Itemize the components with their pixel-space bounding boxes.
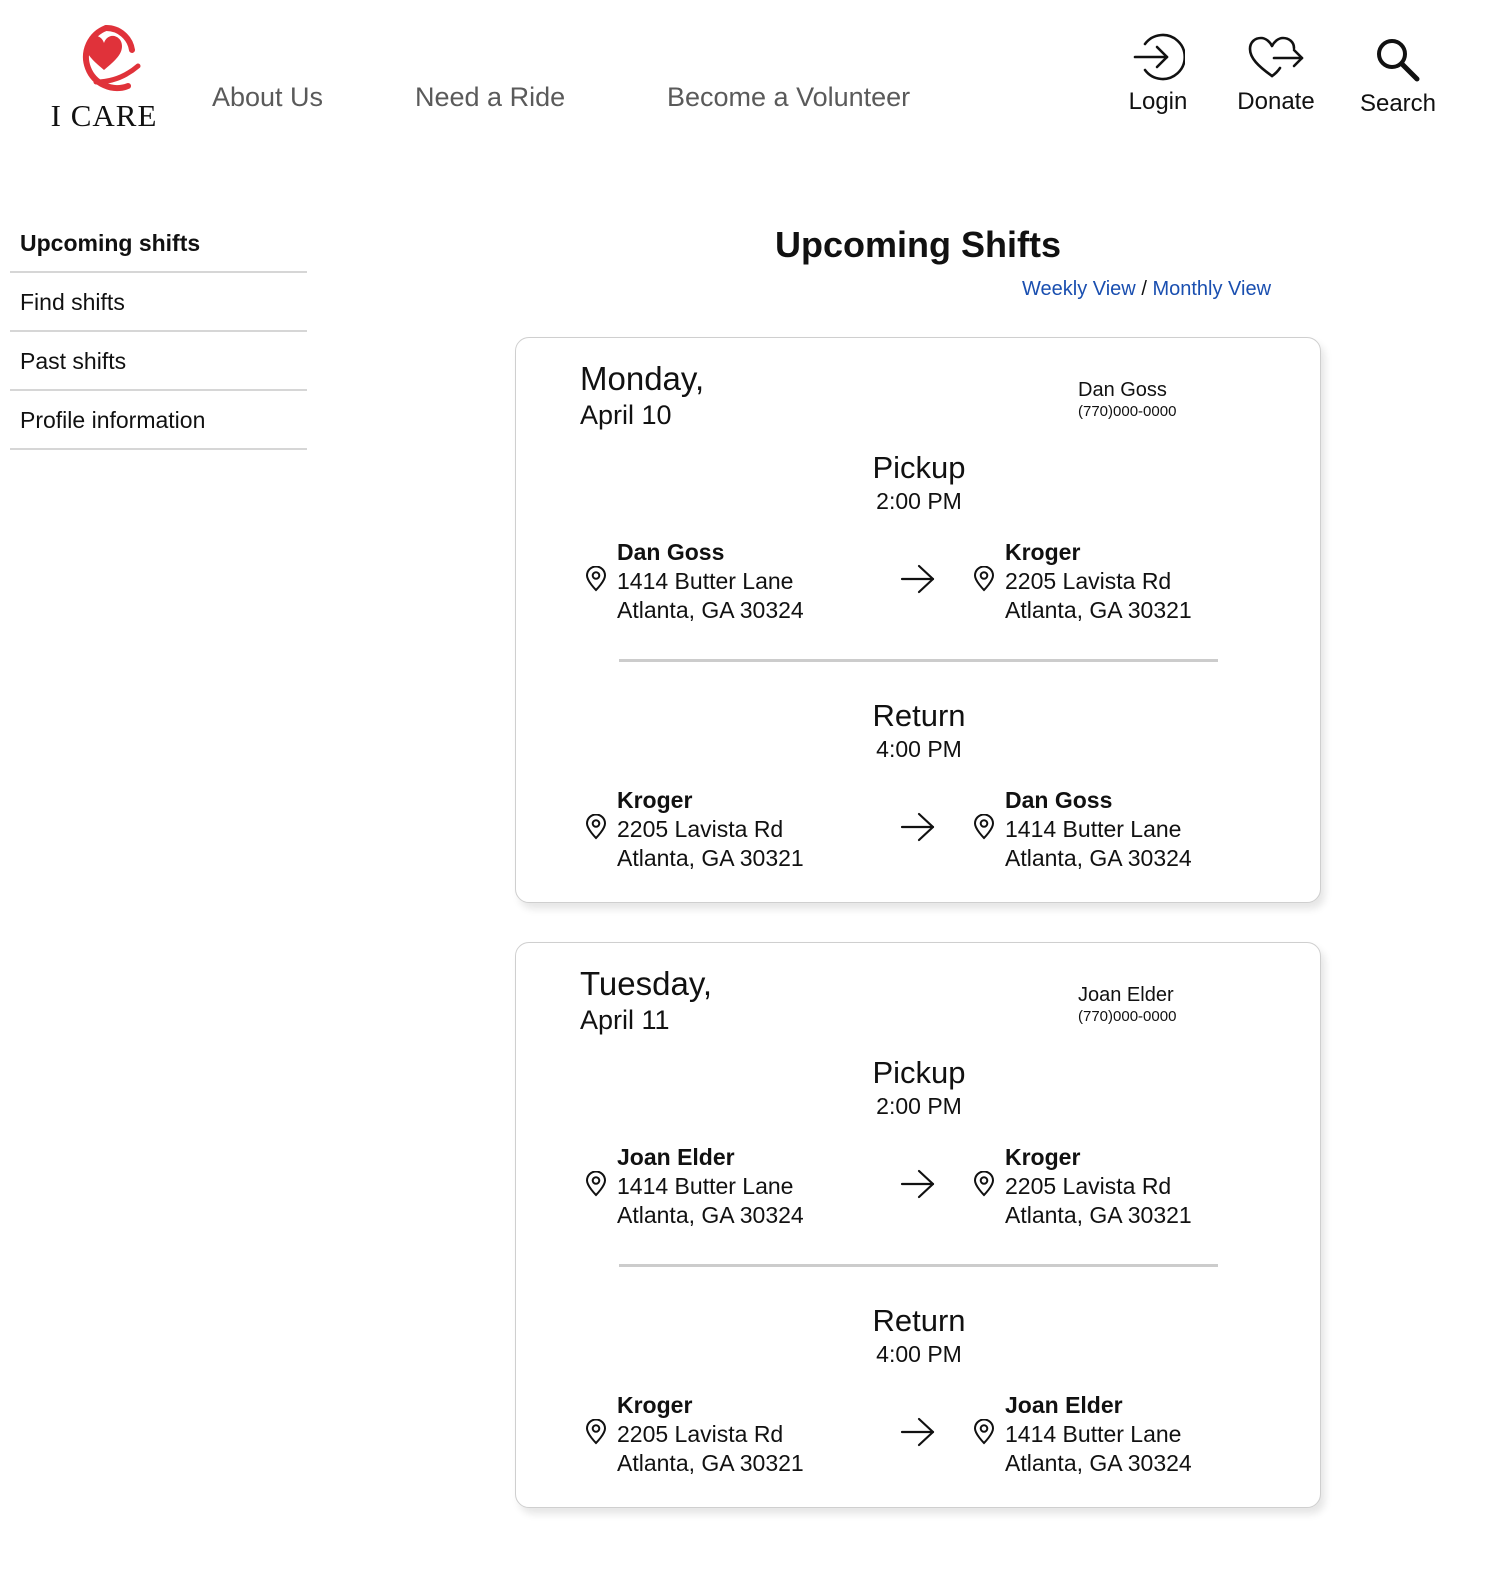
sidebar-item-find-shifts[interactable]: Find shifts xyxy=(10,273,307,332)
view-separator: / xyxy=(1141,278,1147,300)
leg-time: 2:00 PM xyxy=(876,1093,962,1119)
brand-logo[interactable]: I CARE xyxy=(44,20,164,135)
leg-title: Pickup xyxy=(872,450,966,485)
leg-divider xyxy=(619,659,1218,662)
client-phone: (770)000-0000 xyxy=(1078,1008,1177,1025)
stop-name: Kroger xyxy=(617,1392,693,1418)
client-name: Dan Goss xyxy=(1078,379,1167,401)
stop-city: Atlanta, GA 30324 xyxy=(617,1202,804,1228)
monthly-view-link[interactable]: Monthly View xyxy=(1152,278,1271,300)
stop-name: Kroger xyxy=(1005,1144,1081,1170)
stop-name: Joan Elder xyxy=(617,1144,735,1170)
return-leg: Return 4:00 PM Kroger 2205 Lavista Rd At… xyxy=(516,700,1322,920)
magnifier-icon xyxy=(1377,39,1420,82)
shift-card[interactable]: Monday, April 10 Dan Goss (770)000-0000 … xyxy=(515,337,1321,903)
stop-street: 2205 Lavista Rd xyxy=(1005,568,1172,594)
donate-label: Donate xyxy=(1237,88,1315,115)
login-label: Login xyxy=(1128,88,1188,115)
shift-day: Monday, xyxy=(580,360,705,397)
location-pin-icon xyxy=(585,566,607,592)
nav-become-volunteer[interactable]: Become a Volunteer xyxy=(667,82,910,113)
leg-title: Pickup xyxy=(872,1055,966,1090)
pickup-leg: Pickup 2:00 PM Joan Elder 1414 Butter La… xyxy=(516,1057,1322,1277)
leg-divider xyxy=(619,1264,1218,1267)
search-button[interactable]: Search xyxy=(1352,36,1444,118)
arrow-right-icon xyxy=(900,1169,935,1199)
stop-street: 1414 Butter Lane xyxy=(617,1173,794,1199)
leg-time: 4:00 PM xyxy=(876,1341,962,1367)
shift-card[interactable]: Tuesday, April 11 Joan Elder (770)000-00… xyxy=(515,942,1321,1508)
stop-city: Atlanta, GA 30321 xyxy=(617,845,804,871)
sidebar-item-profile-information[interactable]: Profile information xyxy=(10,391,307,450)
heart-hand-logo-icon xyxy=(82,24,141,91)
location-pin-icon xyxy=(585,1171,607,1197)
shift-date: April 11 xyxy=(580,1005,670,1035)
stop-street: 1414 Butter Lane xyxy=(617,568,794,594)
location-pin-icon xyxy=(585,1419,607,1445)
nav-about-us[interactable]: About Us xyxy=(212,82,323,113)
leg-title: Return xyxy=(872,698,966,733)
shift-date: April 10 xyxy=(580,400,672,430)
client-phone: (770)000-0000 xyxy=(1078,403,1177,420)
stop-name: Dan Goss xyxy=(1005,787,1113,813)
login-button[interactable]: Login xyxy=(1118,30,1198,116)
client-name: Joan Elder xyxy=(1078,984,1174,1006)
stop-name: Joan Elder xyxy=(1005,1392,1123,1418)
location-pin-icon xyxy=(973,1419,995,1445)
sidebar-item-upcoming-shifts[interactable]: Upcoming shifts xyxy=(10,214,307,273)
return-leg: Return 4:00 PM Kroger 2205 Lavista Rd At… xyxy=(516,1305,1322,1525)
sidebar-item-past-shifts[interactable]: Past shifts xyxy=(10,332,307,391)
stop-city: Atlanta, GA 30324 xyxy=(1005,1450,1192,1476)
stop-street: 2205 Lavista Rd xyxy=(617,1421,784,1447)
stop-name: Kroger xyxy=(617,787,693,813)
location-pin-icon xyxy=(973,814,995,840)
leg-title: Return xyxy=(872,1303,966,1338)
arrow-right-icon xyxy=(900,812,935,842)
arrow-right-icon xyxy=(900,564,935,594)
page-title: Upcoming Shifts xyxy=(775,224,1061,265)
location-pin-icon xyxy=(973,566,995,592)
stop-city: Atlanta, GA 30324 xyxy=(1005,845,1192,871)
stop-name: Kroger xyxy=(1005,539,1081,565)
nav-need-a-ride[interactable]: Need a Ride xyxy=(415,82,565,113)
donate-button[interactable]: Donate xyxy=(1228,34,1324,116)
stop-city: Atlanta, GA 30321 xyxy=(617,1450,804,1476)
shift-day: Tuesday, xyxy=(580,965,713,1002)
stop-name: Dan Goss xyxy=(617,539,725,565)
arrow-right-icon xyxy=(900,1417,935,1447)
stop-city: Atlanta, GA 30324 xyxy=(617,597,804,623)
heart-arrow-icon xyxy=(1248,36,1304,78)
stop-city: Atlanta, GA 30321 xyxy=(1005,1202,1192,1228)
search-label: Search xyxy=(1359,90,1437,117)
leg-time: 2:00 PM xyxy=(876,488,962,514)
stop-street: 1414 Butter Lane xyxy=(1005,816,1182,842)
pickup-leg: Pickup 2:00 PM Dan Goss 1414 Butter Lane… xyxy=(516,452,1322,672)
location-pin-icon xyxy=(585,814,607,840)
account-sidebar: Upcoming shifts Find shifts Past shifts … xyxy=(10,214,307,450)
stop-street: 1414 Butter Lane xyxy=(1005,1421,1182,1447)
brand-name: I CARE xyxy=(50,98,158,133)
location-pin-icon xyxy=(973,1171,995,1197)
stop-street: 2205 Lavista Rd xyxy=(1005,1173,1172,1199)
weekly-view-link[interactable]: Weekly View xyxy=(1022,278,1136,300)
leg-time: 4:00 PM xyxy=(876,736,962,762)
stop-city: Atlanta, GA 30321 xyxy=(1005,597,1192,623)
login-arrow-icon xyxy=(1133,33,1185,81)
stop-street: 2205 Lavista Rd xyxy=(617,816,784,842)
view-toggle: Weekly View / Monthly View xyxy=(1022,278,1271,301)
